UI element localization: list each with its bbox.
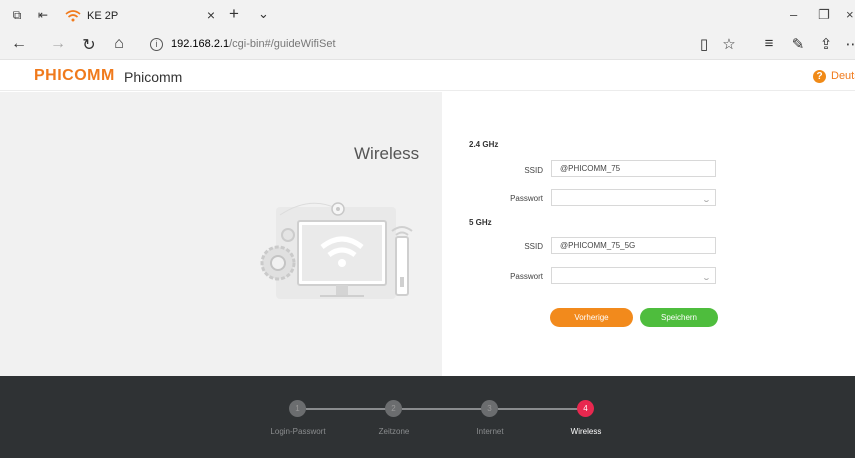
minimize-icon[interactable]: – — [790, 7, 797, 22]
ssid-value-24ghz: @PHICOMM_75 — [560, 164, 621, 173]
password-input-24ghz[interactable]: ⌣ — [551, 189, 716, 206]
page-title: Wireless — [354, 144, 420, 163]
tab-actions-icon[interactable]: ⧉ — [10, 8, 24, 22]
section-title-5ghz: 5 GHz — [469, 218, 492, 227]
step-4-marker: 4 — [577, 400, 594, 417]
close-tab-icon[interactable]: × — [207, 7, 215, 23]
address-bar[interactable]: i 192.168.2.1/cgi-bin#/guideWifiSet — [145, 34, 685, 56]
url-host: 192.168.2.1 — [171, 38, 230, 50]
new-tab-icon[interactable]: + — [229, 4, 239, 24]
address-toolbar: ← → ↻ ⌂ i 192.168.2.1/cgi-bin#/guideWifi… — [0, 30, 855, 60]
ssid-value-5ghz: @PHICOMM_75_5G — [560, 241, 636, 250]
step-1-label: Login-Passwort — [270, 427, 326, 436]
step-3-marker: 3 — [481, 400, 498, 417]
phicomm-logo: PHICOMM — [34, 67, 115, 84]
close-window-icon[interactable]: × — [846, 7, 854, 22]
browser-window: ⧉ ⇤ KE 2P × + ⌄ – ❐ × ← → ↻ ⌂ i 192.168.… — [0, 0, 855, 458]
step-4-label: Wireless — [570, 427, 602, 436]
show-password-icon[interactable]: ⌣ — [704, 271, 709, 286]
password-label-5ghz: Passwort — [510, 272, 543, 281]
forward-icon[interactable]: → — [48, 35, 68, 53]
share-icon[interactable]: ⇪ — [816, 35, 836, 53]
ssid-input-5ghz[interactable]: @PHICOMM_75_5G — [551, 237, 716, 254]
step-2-marker: 2 — [385, 400, 402, 417]
router-header: PHICOMM Phicomm ? Deutsch — [0, 61, 855, 91]
step-3-label: Internet — [476, 427, 504, 436]
web-note-icon[interactable]: ✎ — [788, 35, 808, 53]
info-icon[interactable]: i — [150, 38, 163, 51]
previous-button[interactable]: Vorherige — [550, 308, 633, 327]
password-label-24ghz: Passwort — [510, 194, 543, 203]
language-select[interactable]: Deutsch — [831, 70, 855, 82]
illustration-panel: Wireless — [0, 92, 442, 376]
home-icon[interactable]: ⌂ — [109, 35, 129, 53]
wifi-settings-form: 2.4 GHz SSID @PHICOMM_75 Passwort ⌣ 5 GH… — [442, 92, 855, 376]
step-1-marker: 1 — [289, 400, 306, 417]
favorites-hub-icon[interactable]: ≡ — [759, 35, 779, 52]
title-bar: ⧉ ⇤ KE 2P × + ⌄ – ❐ × — [0, 0, 855, 30]
restore-icon[interactable]: ❐ — [818, 7, 830, 23]
set-aside-tabs-icon[interactable]: ⇤ — [36, 8, 50, 22]
save-button[interactable]: Speichern — [640, 308, 718, 327]
favorite-star-icon[interactable]: ☆ — [719, 35, 739, 53]
ssid-input-24ghz[interactable]: @PHICOMM_75 — [551, 160, 716, 177]
setup-stepper: 1 2 3 4 Login-Passwort Zeitzone Internet… — [0, 376, 855, 458]
tab-title: KE 2P — [87, 10, 119, 22]
step-2-label: Zeitzone — [378, 427, 410, 436]
url-path: /cgi-bin#/guideWifiSet — [229, 38, 336, 50]
password-input-5ghz[interactable]: ⌣ — [551, 267, 716, 284]
url-text: 192.168.2.1/cgi-bin#/guideWifiSet — [171, 38, 336, 50]
back-icon[interactable]: ← — [9, 35, 29, 53]
show-password-icon[interactable]: ⌣ — [704, 193, 709, 208]
browser-tab[interactable]: KE 2P × — [55, 3, 221, 30]
ssid-label-5ghz: SSID — [524, 242, 543, 251]
brand-name: Phicomm — [124, 69, 183, 85]
refresh-icon[interactable]: ↻ — [79, 35, 99, 55]
reading-view-icon[interactable]: ▯ — [694, 35, 714, 53]
step-connector — [402, 408, 482, 410]
section-title-24ghz: 2.4 GHz — [469, 140, 499, 149]
ssid-label-24ghz: SSID — [524, 166, 543, 175]
wireless-illustration-icon — [260, 202, 413, 299]
step-connector — [306, 408, 386, 410]
more-icon[interactable]: ⋯ — [843, 35, 855, 53]
wifi-icon — [65, 10, 81, 22]
help-icon[interactable]: ? — [813, 70, 826, 83]
step-connector — [498, 408, 578, 410]
chevron-down-icon[interactable]: ⌄ — [258, 6, 269, 22]
